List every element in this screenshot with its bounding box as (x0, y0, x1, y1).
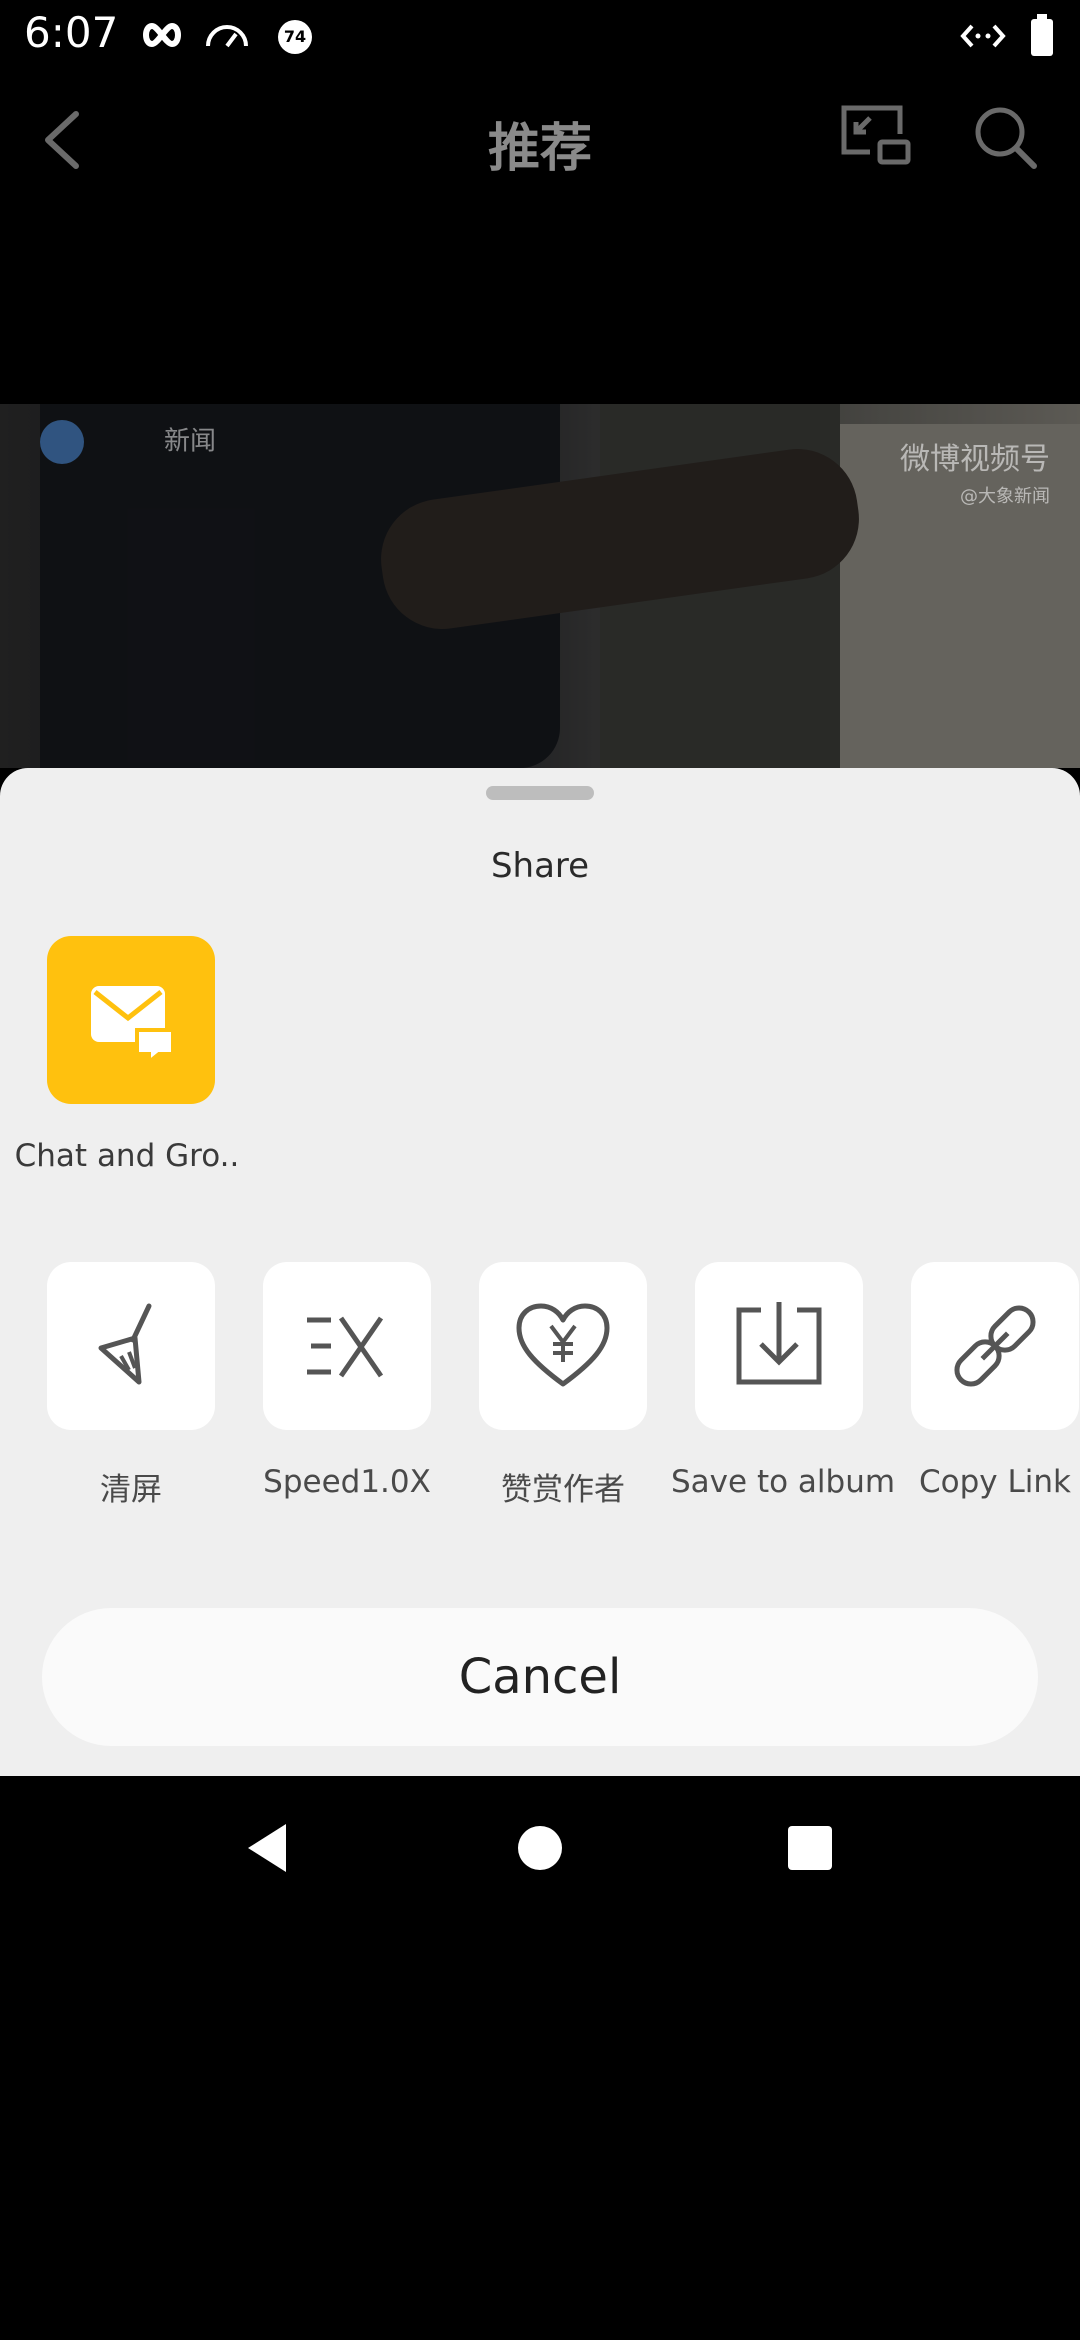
status-bar: 6:07 74 (0, 0, 1080, 72)
battery-icon (1031, 14, 1053, 56)
weibo-watermark: 微博视频号 @大象新闻 (900, 442, 1050, 507)
status-time: 6:07 (24, 8, 119, 57)
page-title: 推荐 (487, 119, 592, 179)
speed-label: Speed1.0X (263, 1464, 431, 1500)
link-icon (954, 1305, 1036, 1387)
search-icon[interactable] (972, 104, 1038, 170)
download-icon (736, 1302, 822, 1385)
chat-and-groups-button[interactable] (47, 936, 215, 1104)
nav-back-icon[interactable] (244, 1822, 290, 1874)
nav-recents-icon[interactable] (788, 1826, 832, 1870)
copy-link-button[interactable] (911, 1262, 1079, 1430)
speedometer-icon (206, 25, 248, 48)
minimize-window-icon[interactable] (840, 104, 912, 166)
tip-author-label: 赞赏作者 (501, 1472, 625, 1508)
clear-screen-label: 清屏 (100, 1472, 162, 1508)
video-player[interactable]: 新闻 微博视频号 @大象新闻 (0, 404, 1080, 768)
speed-icon (307, 1316, 384, 1378)
drag-handle[interactable] (486, 786, 594, 800)
cancel-button[interactable]: Cancel (42, 1608, 1038, 1746)
chat-and-groups-label: Chat and Gro.. (14, 1138, 240, 1174)
data-sync-icon (960, 24, 1006, 48)
copy-link-label: Copy Link (919, 1464, 1071, 1500)
share-title: Share (490, 846, 590, 886)
save-to-album-label: Save to album (671, 1464, 896, 1500)
broom-icon (98, 1303, 152, 1385)
mail-chat-icon (91, 986, 173, 1062)
infinity-icon (143, 22, 181, 48)
system-nav-bar (0, 1776, 1080, 1920)
news-logo-watermark: 新闻 (40, 420, 216, 464)
clear-screen-button[interactable] (47, 1262, 215, 1430)
nav-home-icon[interactable] (518, 1826, 562, 1870)
top-app-bar: 推荐 (0, 80, 1080, 200)
save-to-album-button[interactable] (695, 1262, 863, 1430)
tip-author-button[interactable] (479, 1262, 647, 1430)
notification-badge-icon: 74 (278, 20, 312, 54)
speed-button[interactable] (263, 1262, 431, 1430)
heart-yen-icon (516, 1303, 610, 1387)
share-sheet: Share Chat and Gro.. 清屏 Speed1.0X 赞赏作者 S… (0, 768, 1080, 1776)
